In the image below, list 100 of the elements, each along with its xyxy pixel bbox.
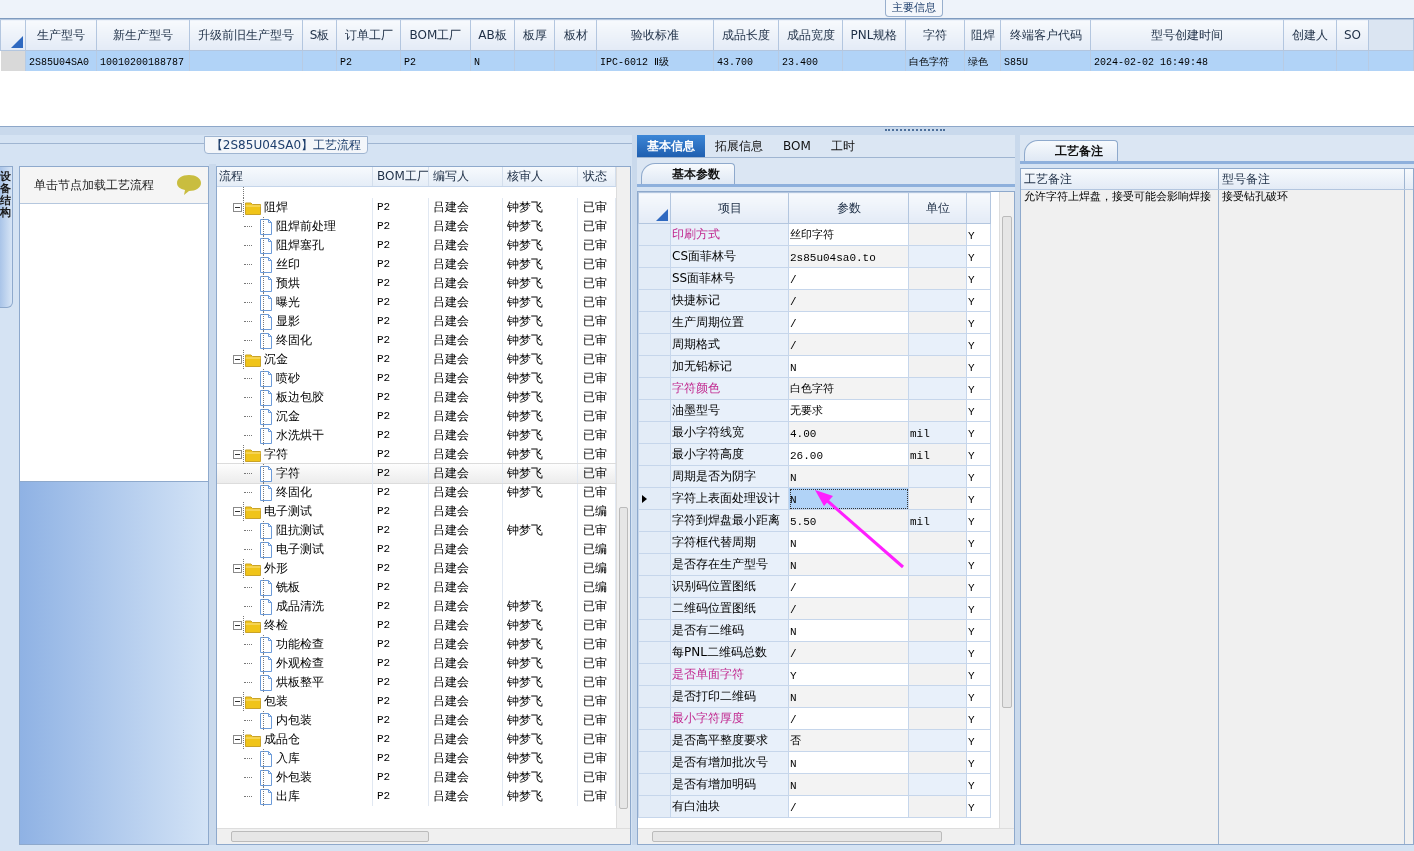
splitter-bar[interactable] [209, 164, 216, 845]
column-header[interactable]: 编写人 [429, 167, 503, 186]
column-header[interactable]: 字符 [905, 19, 965, 51]
parameter-value[interactable]: N [790, 493, 797, 506]
column-header[interactable]: 生产型号 [25, 19, 97, 51]
tab[interactable]: 拓展信息 [705, 135, 773, 157]
column-header[interactable]: AB板 [470, 19, 515, 51]
tree-row[interactable]: 成品清洗 P2 吕建会 钟梦飞 已审 [217, 597, 616, 616]
column-header[interactable]: SO [1336, 19, 1369, 51]
horizontal-scrollbar[interactable] [217, 828, 630, 844]
tree-row[interactable]: 阻焊前处理 P2 吕建会 钟梦飞 已审 [217, 217, 616, 236]
column-header[interactable]: 升级前旧生产型号 [189, 19, 303, 51]
tree-row[interactable]: 沉金 P2 吕建会 钟梦飞 已审 [217, 407, 616, 426]
tree-row[interactable]: 功能检查 P2 吕建会 钟梦飞 已审 [217, 635, 616, 654]
tree-row[interactable]: 曝光 P2 吕建会 钟梦飞 已审 [217, 293, 616, 312]
expander-icon[interactable] [233, 203, 242, 212]
parameter-value[interactable]: / [790, 273, 797, 286]
column-header[interactable]: BOM工厂 [373, 167, 429, 186]
tree-row[interactable]: 阻焊塞孔 P2 吕建会 钟梦飞 已审 [217, 236, 616, 255]
subtab[interactable]: 工艺备注 [1024, 140, 1118, 161]
parameter-value[interactable]: N [790, 361, 797, 374]
tree-row[interactable]: 内包装 P2 吕建会 钟梦飞 已审 [217, 711, 616, 730]
parameter-value[interactable]: 4.00 [790, 427, 817, 440]
column-header[interactable]: 成品宽度 [778, 19, 843, 51]
tab[interactable]: 基本信息 [637, 135, 705, 157]
tree-row[interactable]: 出库 P2 吕建会 钟梦飞 已审 [217, 787, 616, 806]
expander-icon[interactable] [233, 564, 242, 573]
expander-icon[interactable] [233, 621, 242, 630]
column-header[interactable]: 终端客户代码 [1000, 19, 1091, 51]
tree-row[interactable]: 阻焊 P2 吕建会 钟梦飞 已审 [217, 198, 616, 217]
column-header[interactable]: 板厚 [514, 19, 555, 51]
vertical-scrollbar[interactable] [616, 167, 630, 828]
column-header[interactable]: 创建人 [1283, 19, 1337, 51]
tree-row[interactable]: 铣板 P2 吕建会 已编 [217, 578, 616, 597]
parameter-value[interactable]: / [790, 603, 797, 616]
column-header[interactable]: 型号创建时间 [1090, 19, 1284, 51]
tree-row[interactable]: 包装 P2 吕建会 钟梦飞 已审 [217, 692, 616, 711]
parameter-value[interactable]: N [790, 537, 797, 550]
parameter-value[interactable]: N [790, 559, 797, 572]
expander-icon[interactable] [233, 355, 242, 364]
column-header[interactable]: 验收标准 [596, 19, 714, 51]
parameter-value[interactable]: N [790, 757, 797, 770]
tree-row[interactable]: 阻抗测试 P2 吕建会 钟梦飞 已审 [217, 521, 616, 540]
tree-row[interactable]: 终固化 P2 吕建会 钟梦飞 已审 [217, 331, 616, 350]
data-row[interactable]: 2S85U04SA0 10010200188787 P2 P2 N IPC-6012 Ⅱ级 43.700 23.400 白色字符 绿色 S85U 2024-02-02 16:49:48 [0, 50, 1414, 71]
tree-row[interactable]: 烘板整平 P2 吕建会 钟梦飞 已审 [217, 673, 616, 692]
tree-row[interactable]: 预烘 P2 吕建会 钟梦飞 已审 [217, 274, 616, 293]
column-header[interactable]: 新生产型号 [96, 19, 190, 51]
side-tab[interactable]: 设备结构 [0, 166, 13, 308]
tree-row[interactable]: 喷砂 P2 吕建会 钟梦飞 已审 [217, 369, 616, 388]
subtab[interactable]: 基本参数 [641, 163, 735, 184]
tree-row[interactable]: 水洗烘干 P2 吕建会 钟梦飞 已审 [217, 426, 616, 445]
column-header[interactable]: 单位 [908, 192, 967, 224]
tab[interactable]: 工时 [820, 135, 865, 157]
column-header[interactable]: S板 [302, 19, 337, 51]
column-header[interactable]: 阻焊 [964, 19, 1001, 51]
parameter-value[interactable]: N [790, 691, 797, 704]
tree-row[interactable]: 外包装 P2 吕建会 钟梦飞 已审 [217, 768, 616, 787]
parameter-value[interactable]: 丝印字符 [790, 229, 834, 241]
expander-icon[interactable] [233, 507, 242, 516]
parameter-value[interactable]: 26.00 [790, 449, 823, 462]
parameter-value[interactable]: / [790, 647, 797, 660]
column-header[interactable]: 工艺备注 [1021, 169, 1219, 189]
column-header[interactable]: BOM工厂 [400, 19, 471, 51]
parameter-value[interactable]: / [790, 295, 797, 308]
tree-row[interactable]: 终检 P2 吕建会 钟梦飞 已审 [217, 616, 616, 635]
column-header[interactable]: 成品长度 [713, 19, 779, 51]
parameter-value[interactable]: / [790, 339, 797, 352]
tree-row[interactable]: 显影 P2 吕建会 钟梦飞 已审 [217, 312, 616, 331]
parameter-value[interactable]: N [790, 471, 797, 484]
tree-row[interactable]: 成品仓 P2 吕建会 钟梦飞 已审 [217, 730, 616, 749]
horizontal-scrollbar[interactable] [638, 828, 1014, 844]
parameter-value[interactable]: 5.50 [790, 515, 817, 528]
vertical-scrollbar[interactable] [999, 192, 1014, 828]
expander-icon[interactable] [233, 450, 242, 459]
parameter-value[interactable]: / [790, 317, 797, 330]
parameter-value[interactable]: / [790, 801, 797, 814]
splitter-bar[interactable] [1015, 135, 1020, 845]
parameter-value[interactable]: N [790, 779, 797, 792]
parameter-value[interactable]: 无要求 [790, 405, 823, 417]
column-header[interactable]: 项目 [670, 192, 789, 224]
column-header[interactable]: 板材 [554, 19, 597, 51]
expander-icon[interactable] [233, 735, 242, 744]
tree-row[interactable]: 电子测试 P2 吕建会 已编 [217, 502, 616, 521]
parameter-value[interactable]: 否 [790, 735, 801, 747]
column-header[interactable]: 型号备注 [1219, 169, 1405, 189]
column-header[interactable]: 订单工厂 [336, 19, 401, 51]
parameter-value[interactable]: / [790, 713, 797, 726]
tree-row[interactable]: 丝印 P2 吕建会 钟梦飞 已审 [217, 255, 616, 274]
tree-row[interactable]: 外观检查 P2 吕建会 钟梦飞 已审 [217, 654, 616, 673]
parameter-value[interactable]: N [790, 625, 797, 638]
parameter-value[interactable]: / [790, 581, 797, 594]
parameter-value[interactable]: Y [790, 669, 797, 682]
tree-row[interactable]: 字符 P2 吕建会 钟梦飞 已审 [217, 464, 616, 483]
tree-row[interactable]: 板边包胶 P2 吕建会 钟梦飞 已审 [217, 388, 616, 407]
column-header[interactable]: 核审人 [503, 167, 578, 186]
parameter-value[interactable]: 白色字符 [790, 383, 834, 395]
tab[interactable]: BOM [773, 135, 821, 157]
tree-row[interactable]: 入库 P2 吕建会 钟梦飞 已审 [217, 749, 616, 768]
column-header[interactable]: PNL规格 [842, 19, 906, 51]
